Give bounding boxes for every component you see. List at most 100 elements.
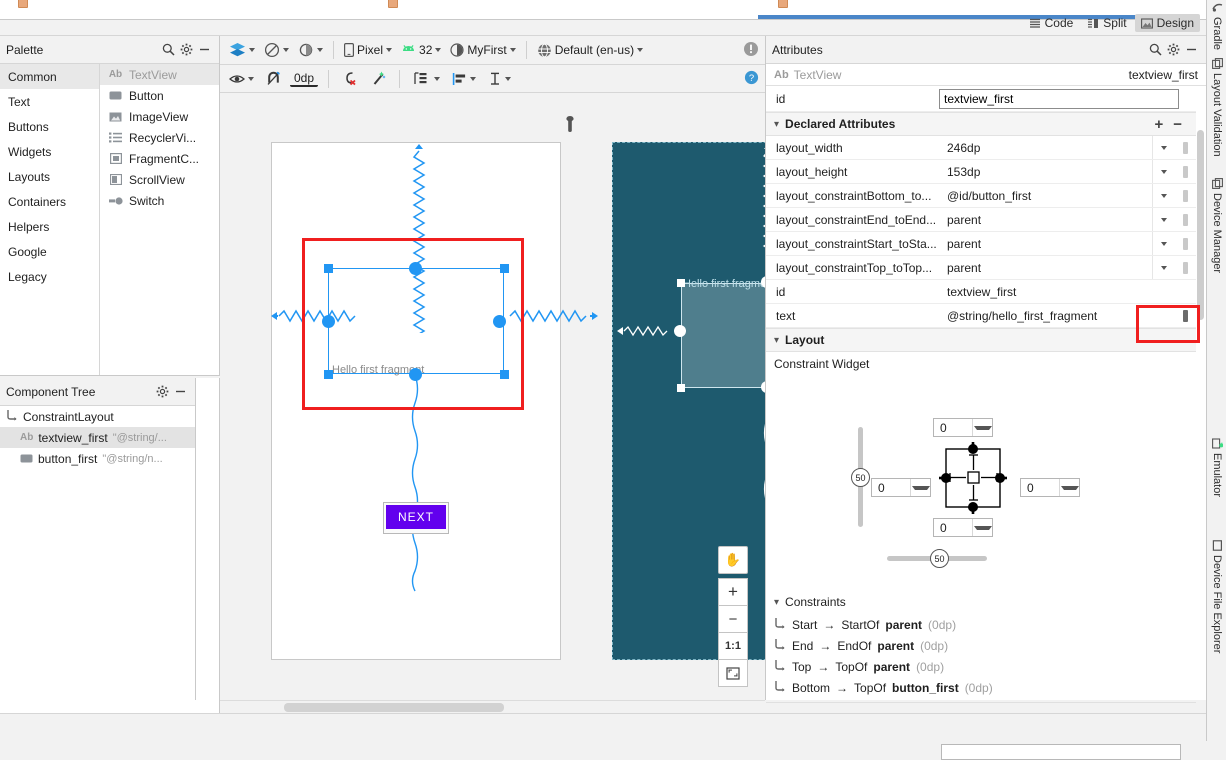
next-button-preview[interactable]: NEXT <box>386 505 446 529</box>
attribute-resource-picker[interactable] <box>1174 184 1196 207</box>
attribute-dropdown-icon[interactable] <box>1152 184 1174 207</box>
palette-category-layouts[interactable]: Layouts <box>0 164 99 189</box>
palette-item-switch[interactable]: Switch <box>100 190 219 211</box>
attribute-row-layout-width[interactable]: layout_width 246dp <box>766 136 1196 160</box>
attribute-resource-picker[interactable] <box>1174 208 1196 231</box>
attribute-dropdown-icon[interactable] <box>1152 160 1174 183</box>
right-tab-layout-validation[interactable]: Layout Validation <box>1207 58 1226 157</box>
scrollbar-thumb[interactable] <box>1197 130 1204 320</box>
palette-minimize-icon[interactable] <box>195 41 213 59</box>
view-mode-split[interactable]: Split <box>1081 14 1132 32</box>
view-options-button[interactable] <box>226 71 257 87</box>
zoom-out-button[interactable]: − <box>718 605 748 633</box>
attribute-resource-picker[interactable] <box>1174 136 1196 159</box>
pack-button[interactable] <box>485 70 514 88</box>
pan-tool-button[interactable]: ✋ <box>718 546 748 574</box>
attributes-search-icon[interactable] <box>1146 41 1164 59</box>
canvas-horizontal-scrollbar[interactable] <box>220 700 765 713</box>
clear-constraints-button[interactable] <box>339 69 361 88</box>
right-tab-gradle[interactable]: Gradle <box>1207 2 1226 50</box>
attribute-value[interactable]: parent <box>941 261 1152 275</box>
constraint-widget-square[interactable] <box>939 442 1007 514</box>
editor-tab-1[interactable] <box>18 0 28 12</box>
attributes-minimize-icon[interactable] <box>1182 41 1200 59</box>
design-surface-mode-button[interactable] <box>226 40 258 60</box>
attribute-value[interactable]: @id/button_first <box>941 189 1152 203</box>
palette-category-containers[interactable]: Containers <box>0 189 99 214</box>
attributes-bottom-field[interactable] <box>941 744 1181 760</box>
guidelines-button[interactable] <box>410 69 443 88</box>
palette-category-buttons[interactable]: Buttons <box>0 114 99 139</box>
attribute-dropdown-icon[interactable] <box>1152 232 1174 255</box>
margin-left-dropdown[interactable] <box>910 479 930 496</box>
attribute-dropdown-icon[interactable] <box>1152 256 1174 279</box>
help-button[interactable]: ? <box>744 70 759 88</box>
right-tab-device-manager[interactable]: Device Manager <box>1207 178 1226 273</box>
palette-item-recyclerview[interactable]: RecyclerVi... <box>100 127 219 148</box>
attribute-value[interactable]: parent <box>941 213 1152 227</box>
palette-category-widgets[interactable]: Widgets <box>0 139 99 164</box>
palette-category-list[interactable]: Common Text Buttons Widgets Layouts Cont… <box>0 64 100 375</box>
constraint-toolbar[interactable]: 0dp ? <box>220 65 765 93</box>
attribute-row-constraint-end[interactable]: layout_constraintEnd_toEnd... parent <box>766 208 1196 232</box>
palette-item-scrollview[interactable]: ScrollView <box>100 169 219 190</box>
attributes-vertical-scrollbar[interactable] <box>1196 86 1205 726</box>
attribute-value[interactable]: parent <box>941 237 1152 251</box>
attribute-dropdown-icon[interactable] <box>1152 136 1174 159</box>
attribute-resource-picker[interactable] <box>1174 160 1196 183</box>
id-input[interactable] <box>939 89 1179 109</box>
vertical-bias-value[interactable]: 50 <box>851 468 870 487</box>
attribute-row-id[interactable]: id textview_first <box>766 280 1196 304</box>
button-preview-wrapper[interactable]: NEXT <box>383 502 449 534</box>
attribute-value[interactable]: 246dp <box>941 141 1152 155</box>
attribute-value[interactable]: 153dp <box>941 165 1152 179</box>
add-attribute-button[interactable]: + <box>1154 116 1163 133</box>
infer-constraints-button[interactable] <box>367 69 389 88</box>
zoom-in-button[interactable]: + <box>718 578 748 606</box>
declared-attributes-section-header[interactable]: ▾ Declared Attributes + − <box>766 112 1196 136</box>
attribute-row-constraint-top[interactable]: layout_constraintTop_toTop... parent <box>766 256 1196 280</box>
palette-item-list[interactable]: Ab TextView Button ImageView RecyclerVi.… <box>100 64 219 375</box>
palette-gear-icon[interactable] <box>177 41 195 59</box>
margin-bottom-field[interactable]: 0 <box>933 518 993 537</box>
design-canvas[interactable]: Hello first fragment NEXT Hello first fr… <box>220 93 765 700</box>
editor-tab-3-active[interactable] <box>778 0 788 12</box>
api-level-selector[interactable]: 32 <box>398 41 444 59</box>
horizontal-bias-value[interactable]: 50 <box>930 549 949 568</box>
scrollbar-thumb[interactable] <box>284 703 504 712</box>
night-mode-button[interactable] <box>295 40 326 60</box>
blueprint-textview[interactable] <box>681 283 765 388</box>
editor-tab-2[interactable] <box>388 0 398 12</box>
palette-item-fragmentcontainer[interactable]: FragmentC... <box>100 148 219 169</box>
margin-bottom-dropdown[interactable] <box>972 519 992 536</box>
palette-category-google[interactable]: Google <box>0 239 99 264</box>
attribute-resource-picker[interactable] <box>1174 256 1196 279</box>
attribute-resource-picker[interactable] <box>1174 232 1196 255</box>
design-surface-toolbar[interactable]: Pixel 32 MyFirst Default (en-us) <box>220 36 765 65</box>
palette-item-button[interactable]: Button <box>100 85 219 106</box>
device-selector[interactable]: Pixel <box>341 41 395 59</box>
attribute-row-layout-height[interactable]: layout_height 153dp <box>766 160 1196 184</box>
constraint-item-start[interactable]: Start → StartOf parent (0dp) <box>766 614 1196 635</box>
palette-item-imageview[interactable]: ImageView <box>100 106 219 127</box>
layout-section-header[interactable]: ▾ Layout <box>766 328 1196 352</box>
view-mode-switcher[interactable]: Code Split Design <box>1023 12 1200 34</box>
margin-top-field[interactable]: 0 <box>933 418 993 437</box>
margin-right-field[interactable]: 0 <box>1020 478 1080 497</box>
palette-category-legacy[interactable]: Legacy <box>0 264 99 289</box>
margin-right-dropdown[interactable] <box>1059 479 1079 496</box>
theme-selector[interactable]: MyFirst <box>447 41 518 59</box>
zoom-controls[interactable]: ✋ + − 1:1 <box>718 546 748 687</box>
tree-node-button-first[interactable]: button_first "@string/n... <box>0 448 195 469</box>
constraint-item-end[interactable]: End → EndOf parent (0dp) <box>766 635 1196 656</box>
palette-category-text[interactable]: Text <box>0 89 99 114</box>
margin-left-field[interactable]: 0 <box>871 478 931 497</box>
blueprint-handle-bl[interactable] <box>677 384 685 392</box>
attribute-resource-picker[interactable] <box>1174 280 1196 303</box>
constraint-item-top[interactable]: Top → TopOf parent (0dp) <box>766 656 1196 677</box>
view-mode-design[interactable]: Design <box>1134 14 1200 32</box>
attribute-row-id-top[interactable]: id <box>766 86 1196 112</box>
blueprint-handle-tl[interactable] <box>677 279 685 287</box>
zoom-to-fit-button[interactable] <box>718 659 748 687</box>
attribute-dropdown-icon[interactable] <box>1152 208 1174 231</box>
